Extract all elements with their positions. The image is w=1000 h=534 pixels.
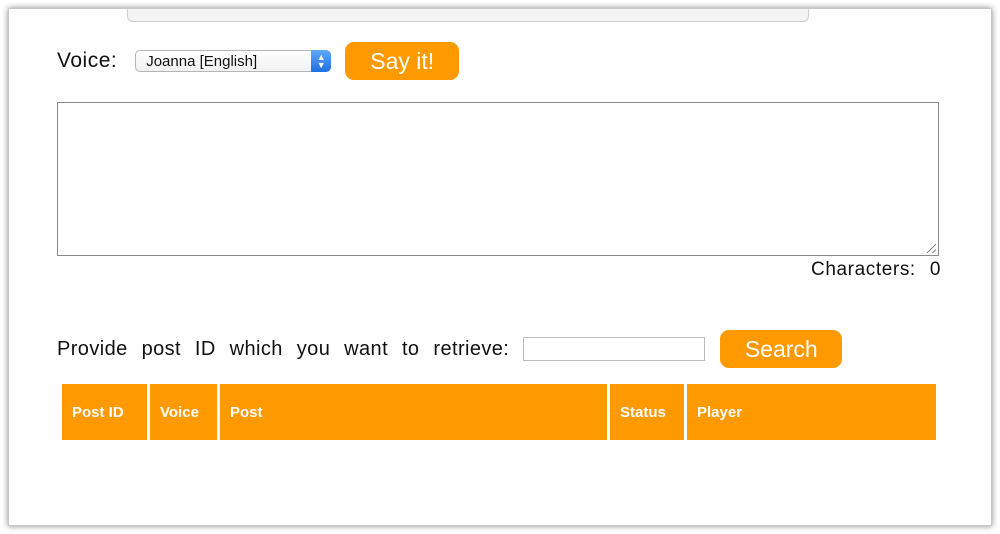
characters-label: Characters: xyxy=(811,259,916,280)
column-header-post: Post xyxy=(220,384,607,440)
voice-select-value: Joanna [English] xyxy=(146,52,258,70)
post-id-input[interactable] xyxy=(523,337,706,361)
column-header-player: Player xyxy=(687,384,936,440)
column-header-status: Status xyxy=(610,384,684,440)
character-counter: Characters: 0 xyxy=(811,259,941,281)
search-label: Provide post ID which you want to retrie… xyxy=(57,337,510,360)
top-tab-strip xyxy=(127,9,809,22)
posts-table: Post ID Voice Post Status Player xyxy=(59,384,939,440)
app-window: Voice: Joanna [English] ▲ ▼ Say it! Chara… xyxy=(8,8,992,526)
resize-grip-icon[interactable] xyxy=(927,244,936,253)
search-button[interactable]: Search xyxy=(720,330,843,368)
column-header-post-id: Post ID xyxy=(62,384,147,440)
column-header-voice: Voice xyxy=(150,384,217,440)
post-text-area[interactable] xyxy=(57,102,939,256)
table-header-row: Post ID Voice Post Status Player xyxy=(62,384,936,440)
posts-table-container: Post ID Voice Post Status Player xyxy=(59,384,939,440)
search-row: Provide post ID which you want to retrie… xyxy=(57,329,843,369)
voice-row: Voice: Joanna [English] ▲ ▼ Say it! xyxy=(57,41,460,81)
voice-select[interactable]: Joanna [English] ▲ ▼ xyxy=(135,50,332,72)
chevron-up-down-icon: ▲ ▼ xyxy=(311,50,332,72)
voice-label: Voice: xyxy=(57,49,118,72)
say-it-button[interactable]: Say it! xyxy=(345,42,460,80)
characters-count: 0 xyxy=(929,259,941,280)
